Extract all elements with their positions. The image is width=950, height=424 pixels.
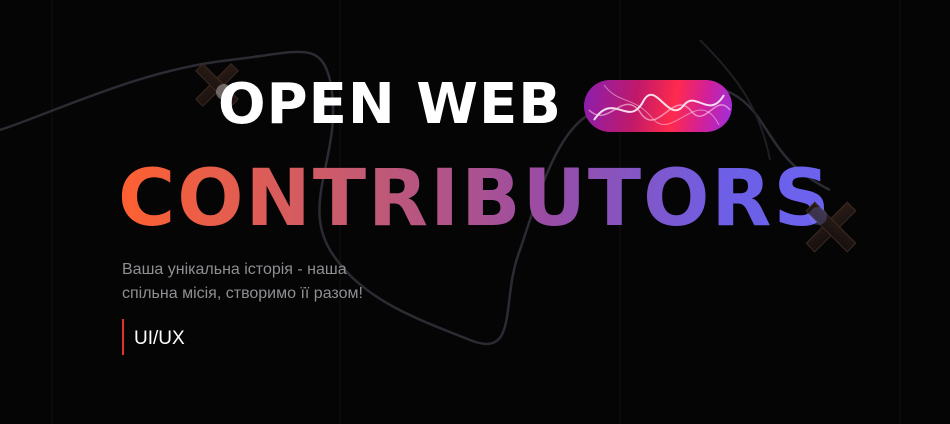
subtitle-line-2: спільна місія, створимо її разом!: [122, 285, 363, 302]
hero-subtitle: Ваша унікальна історія - наша спільна мі…: [122, 258, 422, 306]
category-tag: UI/UX: [134, 328, 185, 349]
title-line-1: OPEN WEB: [218, 72, 562, 137]
subtitle-line-1: Ваша унікальна історія - наша: [122, 261, 347, 278]
tag-accent-bar: [122, 319, 124, 355]
cross-icon: [805, 201, 857, 253]
hero-section: OPEN WEB CONTRIBUTORS Ваша унікальна іст…: [0, 0, 950, 424]
title-line-2: CONTRIBUTORS: [118, 154, 832, 244]
gradient-pill-graphic: [584, 80, 732, 132]
